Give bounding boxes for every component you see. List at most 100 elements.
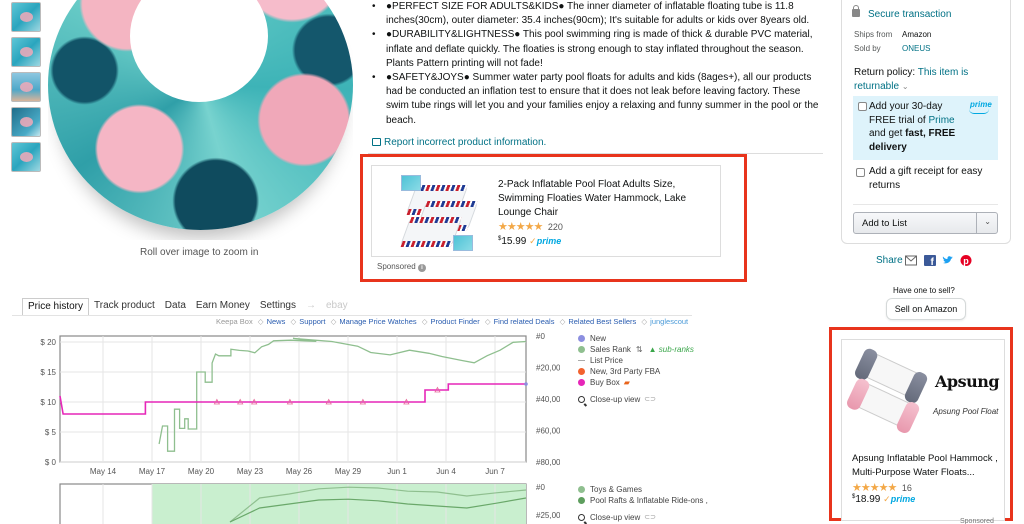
legend-dot-icon <box>578 379 585 386</box>
prime-smile-icon <box>969 109 989 114</box>
tab-price-history[interactable]: Price history <box>22 298 90 316</box>
ad-rating[interactable]: ★★★★★ 16 <box>852 481 912 494</box>
link-junglescout[interactable]: junglescout <box>650 317 688 326</box>
tab-data[interactable]: Data <box>160 298 191 316</box>
ships-from-value: Amazon <box>902 30 932 39</box>
toggle-icon: ⊂⊃ <box>644 396 656 403</box>
thumbnail-3[interactable] <box>11 72 41 102</box>
thumbnail-5[interactable] <box>11 142 41 172</box>
y2-tick-label: #60,000 <box>536 427 560 436</box>
y-tick-label: $ 15 <box>40 368 56 377</box>
x-tick-label: May 20 <box>188 467 215 476</box>
facebook-icon[interactable]: f <box>924 255 936 266</box>
prime-trial-checkbox[interactable] <box>858 102 867 111</box>
sold-by-seller-link[interactable]: ONEUS <box>902 44 930 53</box>
legend-item-pool-rafts[interactable]: Pool Rafts & Inflatable Ride-ons , <box>578 495 708 506</box>
legend-item-buy-box[interactable]: Buy Box ▰ <box>578 377 694 388</box>
sponsored-ad-card[interactable]: 2-Pack Inflatable Pool Float Adults Size… <box>371 165 721 257</box>
y-tick-label: $ 0 <box>45 458 57 467</box>
sub-ranks-toggle[interactable]: ▲ sub-ranks <box>649 344 694 355</box>
thumbnail-4[interactable] <box>11 107 41 137</box>
chevron-down-icon[interactable]: ⌄ <box>984 217 991 226</box>
prime-link[interactable]: Prime <box>928 115 954 126</box>
magnifier-icon <box>578 396 585 403</box>
x-tick-label: May 29 <box>335 467 362 476</box>
bullet-item: ●SAFETY&JOYS● Summer water party pool fl… <box>368 71 823 128</box>
twitter-icon[interactable] <box>942 255 954 266</box>
link-manage-price-watches[interactable]: Manage Price Watches <box>339 317 416 326</box>
lock-icon <box>852 5 860 17</box>
tab-track-product[interactable]: Track product <box>89 298 160 316</box>
link-news[interactable]: News <box>267 317 286 326</box>
y2-tick-label: #25,000 <box>536 511 560 520</box>
svg-text:p: p <box>963 256 969 266</box>
price-history-chart[interactable]: $ 0 $ 5 $ 10 $ 15 $ 20 #0 #20,000 #40,000 #60,00… <box>30 330 560 480</box>
legend-dot-icon <box>578 335 585 342</box>
link-related-best-sellers[interactable]: Related Best Sellers <box>568 317 636 326</box>
prime-badge-icon: ✓prime <box>883 494 916 504</box>
prime-trial-text: Add your 30-day FREE trial of Prime and … <box>869 101 956 153</box>
x-tick-label: May 23 <box>237 467 264 476</box>
close-up-view-toggle[interactable]: Close-up view ⊂⊃ <box>578 394 694 405</box>
category-rank-chart[interactable]: #0 #25,000 <box>30 480 560 524</box>
legend-dash-icon <box>578 360 585 361</box>
info-icon[interactable]: i <box>417 264 426 272</box>
legend-item-new[interactable]: New <box>578 333 694 344</box>
keepa-tab-bar: Price history Track product Data Earn Mo… <box>22 298 353 316</box>
gift-receipt-checkbox[interactable] <box>856 168 865 177</box>
thumbnail-1[interactable] <box>11 2 41 32</box>
legend-dot-icon <box>578 346 585 353</box>
y-tick-label: $ 20 <box>40 338 56 347</box>
report-link[interactable]: Report incorrect product information. <box>372 137 546 148</box>
link-support[interactable]: Support <box>299 317 325 326</box>
zoom-hint: Roll over image to zoom in <box>140 247 259 258</box>
y2-tick-label: #40,000 <box>536 395 560 404</box>
close-up-view-toggle[interactable]: Close-up view ⊂⊃ <box>578 512 708 523</box>
star-rating-icon: ★★★★★ <box>498 221 543 233</box>
sell-on-amazon-button[interactable]: Sell on Amazon <box>886 298 966 320</box>
secure-transaction-link[interactable]: Secure transaction <box>852 5 951 20</box>
legend-item-sales-rank[interactable]: Sales Rank ⇅ ▲ sub-ranks <box>578 344 694 355</box>
ad-price: $18.99 ✓prime <box>852 494 916 505</box>
x-tick-label: Jun 7 <box>485 467 505 476</box>
keepa-link-bar: Keepa Box ◇ News ◇ Support ◇ Manage Price W… <box>216 317 689 326</box>
ad-rating[interactable]: ★★★★★ 220 <box>498 220 563 233</box>
review-count: 220 <box>547 222 563 232</box>
legend-item-toys-games[interactable]: Toys & Games <box>578 484 708 495</box>
magnifier-icon <box>578 514 585 521</box>
link-find-related-deals[interactable]: Find related Deals <box>494 317 555 326</box>
legend-item-list-price[interactable]: List Price <box>578 355 694 366</box>
sponsored-label: Sponsored <box>960 518 994 524</box>
have-one-to-sell: Have one to sell? <box>893 286 955 295</box>
swim-ring-image <box>48 0 353 230</box>
y2-tick-label: #0 <box>536 332 545 341</box>
comment-icon <box>372 138 381 146</box>
x-tick-label: May 14 <box>90 467 117 476</box>
pinterest-icon[interactable]: p <box>960 255 972 266</box>
tab-earn-money[interactable]: Earn Money <box>191 298 255 316</box>
tab-ebay[interactable]: ebay <box>321 298 353 316</box>
email-icon[interactable] <box>905 255 917 266</box>
x-tick-label: May 17 <box>139 467 166 476</box>
add-to-list-button[interactable]: Add to List ⌄ <box>853 212 998 234</box>
thumbnail-2[interactable] <box>11 37 41 67</box>
bullet-item: ●PERFECT SIZE FOR ADULTS&KIDS● The inner… <box>368 0 823 28</box>
x-tick-label: Jun 4 <box>436 467 456 476</box>
toggle-icon: ⊂⊃ <box>644 514 656 521</box>
ad-product-title[interactable]: Apsung Inflatable Pool Hammock , Multi-P… <box>852 452 1002 479</box>
ad-product-image[interactable] <box>850 351 930 434</box>
share-label: Share <box>876 255 903 266</box>
tab-settings[interactable]: Settings <box>255 298 301 316</box>
plot-area <box>59 335 527 463</box>
return-policy: Return policy: This item is returnable ⌄ <box>854 67 969 92</box>
ad-product-title[interactable]: 2-Pack Inflatable Pool Float Adults Size… <box>498 178 708 220</box>
brand-logo: Apsung <box>935 372 1000 391</box>
legend-item-fba[interactable]: New, 3rd Party FBA <box>578 366 694 377</box>
gift-receipt-label: Add a gift receipt for easy returns <box>869 166 983 191</box>
bullet-item: ●DURABILITY&LIGHTNESS● This pool swimmin… <box>368 28 823 71</box>
legend-dot-icon <box>578 486 585 493</box>
y2-tick-label: #80,000 <box>536 458 560 467</box>
main-product-image[interactable] <box>48 0 353 240</box>
link-product-finder[interactable]: Product Finder <box>431 317 480 326</box>
ad-product-image[interactable] <box>397 173 478 251</box>
